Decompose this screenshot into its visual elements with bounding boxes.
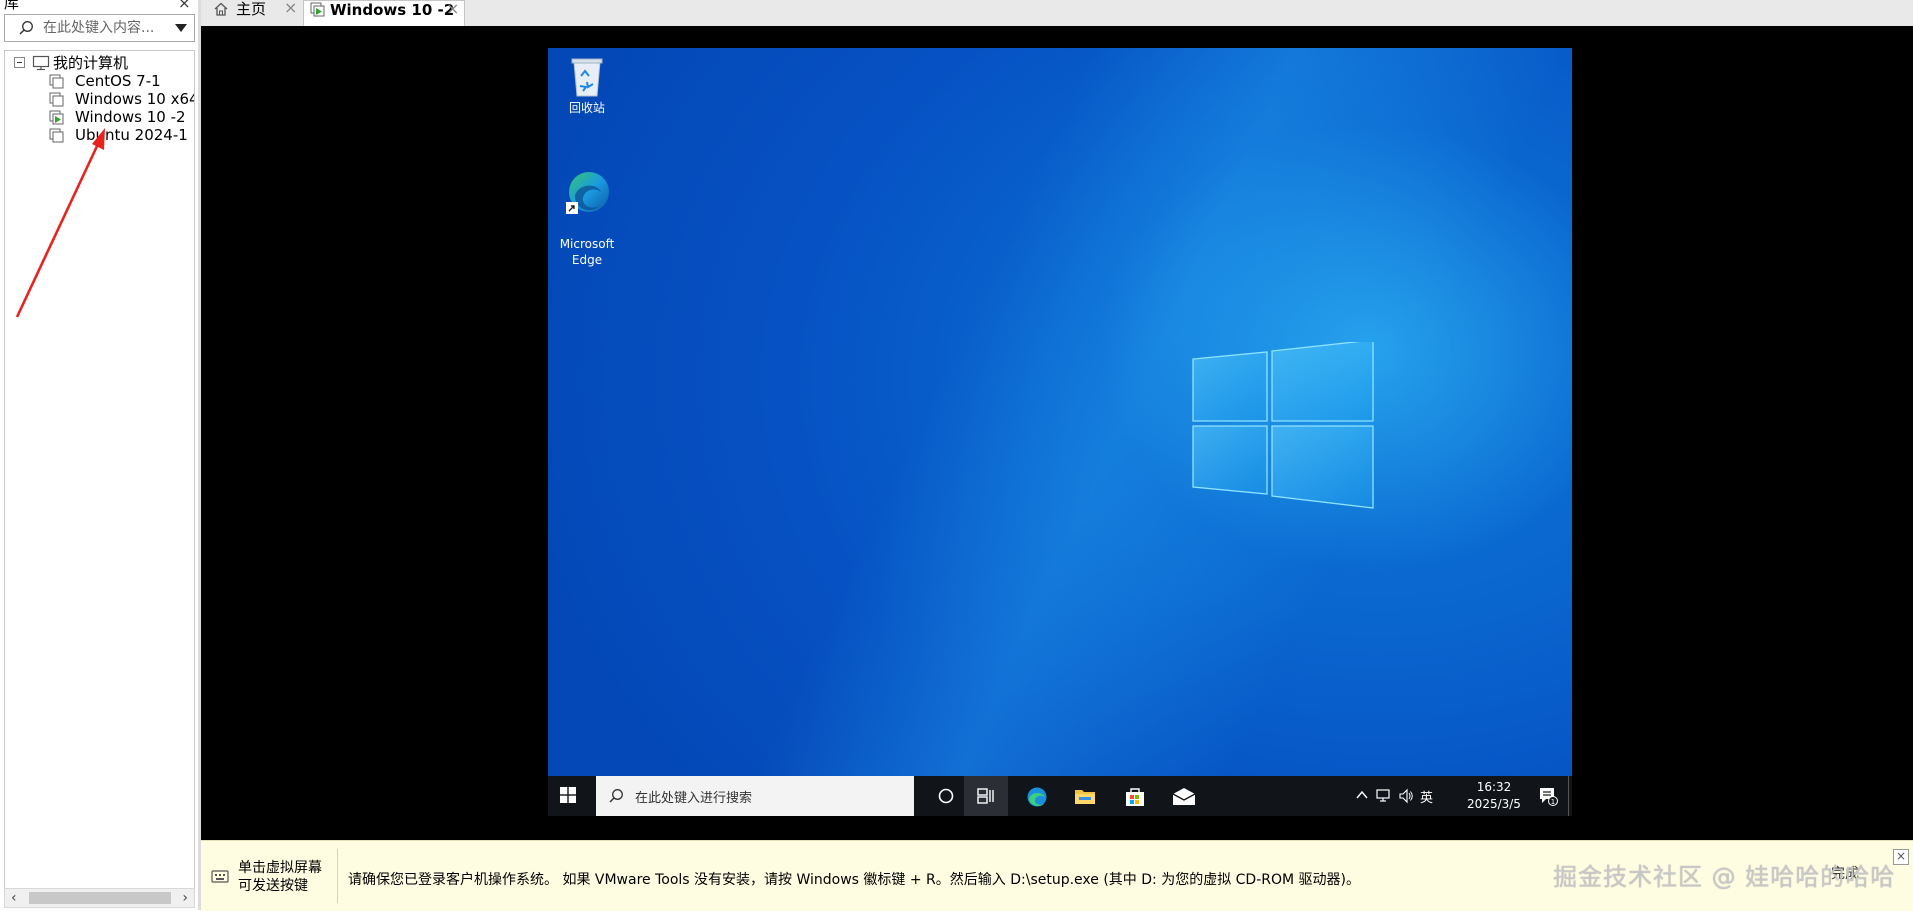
taskbar-store-button[interactable] xyxy=(1112,776,1156,816)
vm-icon xyxy=(49,74,64,89)
computer-icon xyxy=(32,55,50,71)
volume-icon[interactable] xyxy=(1398,788,1414,804)
library-horizontal-scrollbar[interactable]: ‹ › xyxy=(4,888,195,908)
library-search-box[interactable] xyxy=(4,14,195,42)
watermark-text: 掘金技术社区 @ 娃哈哈的哈哈 xyxy=(1553,863,1896,891)
edge-icon xyxy=(1027,787,1047,807)
taskbar-search-box[interactable]: 在此处键入进行搜索 xyxy=(596,776,914,816)
tab-vm-label: Windows 10 -2 xyxy=(330,1,455,19)
tab-windows-10-2[interactable]: Windows 10 -2 × xyxy=(303,0,465,28)
vmware-hint-bar: 单击虚拟屏幕 可发送按键 请确保您已登录客户机操作系统。 如果 VMware T… xyxy=(201,840,1913,911)
mail-icon xyxy=(1172,788,1196,805)
taskbar-file-explorer-button[interactable] xyxy=(1062,776,1106,816)
tab-home-label: 主页 xyxy=(236,0,267,18)
tree-item-label: Ubuntu 2024-1 xyxy=(75,126,188,144)
taskbar-search-placeholder: 在此处键入进行搜索 xyxy=(635,791,753,806)
vm-console[interactable]: 回收站 Microsoft Edge 在此处键入进行搜索 英 16:32 202… xyxy=(201,26,1913,840)
desktop-icon-label: 回收站 xyxy=(568,101,605,115)
tree-item-label: CentOS 7-1 xyxy=(75,72,161,90)
tree-root-my-computer[interactable]: 我的计算机 xyxy=(32,53,192,73)
recycle-bin-icon xyxy=(571,58,603,97)
tab-home[interactable]: 主页 × xyxy=(206,0,297,26)
task-view-icon xyxy=(977,788,994,804)
vm-icon xyxy=(49,128,64,143)
library-title: 库 xyxy=(4,0,20,12)
guest-desktop[interactable]: 回收站 Microsoft Edge 在此处键入进行搜索 英 16:32 202… xyxy=(548,48,1572,816)
wallpaper-light-beam xyxy=(548,48,1572,776)
show-desktop-button[interactable] xyxy=(1568,776,1571,816)
clock-time: 16:32 xyxy=(1476,780,1512,794)
vm-running-icon xyxy=(310,2,325,17)
taskbar-clock[interactable]: 16:32 2025/3/5 xyxy=(1466,779,1522,813)
start-button-windows-icon[interactable] xyxy=(560,787,576,803)
tree-item-vm[interactable]: CentOS 7-1 xyxy=(49,71,194,91)
folder-icon xyxy=(1075,790,1095,804)
tree-collapse-toggle[interactable] xyxy=(14,57,25,68)
desktop-icon-label: Microsoft Edge xyxy=(559,237,615,267)
windows-logo-wallpaper xyxy=(1192,342,1374,509)
tree-item-label: Windows 10 x64 xyxy=(75,90,195,108)
click-hint-line2: 可发送按键 xyxy=(238,878,308,894)
store-icon xyxy=(1126,788,1144,806)
edge-icon xyxy=(566,172,609,214)
desktop-icon-recycle-bin[interactable]: 回收站 xyxy=(548,54,626,116)
cortana-button[interactable] xyxy=(924,776,968,816)
vm-running-icon xyxy=(49,110,64,125)
desktop-icon-edge[interactable]: Microsoft Edge xyxy=(548,152,626,268)
show-hidden-icons-chevron-up-icon[interactable] xyxy=(1356,788,1368,802)
taskbar-mail-button[interactable] xyxy=(1160,776,1204,816)
vm-tree: 我的计算机 CentOS 7-1 Windows 10 x64 Windows … xyxy=(4,50,195,890)
tree-item-vm-running[interactable]: Windows 10 -2 xyxy=(49,107,194,127)
scrollbar-thumb[interactable] xyxy=(29,892,171,904)
action-center-notification-icon[interactable]: 1 xyxy=(1538,786,1558,806)
library-panel: 库 × 我的计算机 CentOS 7-1 xyxy=(0,0,199,910)
taskbar-edge-button[interactable] xyxy=(1014,776,1058,816)
network-icon[interactable] xyxy=(1376,788,1392,804)
tree-item-label: Windows 10 -2 xyxy=(75,108,186,126)
task-view-button[interactable] xyxy=(964,776,1008,816)
vmware-tools-message: 请确保您已登录客户机操作系统。 如果 VMware Tools 没有安装，请按 … xyxy=(348,872,1360,888)
tab-home-close-icon[interactable]: × xyxy=(284,0,297,18)
tree-item-vm[interactable]: Windows 10 x64 xyxy=(49,89,194,109)
click-to-send-keys-hint[interactable]: 单击虚拟屏幕 可发送按键 xyxy=(238,859,322,895)
click-hint-line1: 单击虚拟屏幕 xyxy=(238,860,322,876)
search-icon xyxy=(609,789,623,803)
input-method-indicator[interactable]: 英 xyxy=(1420,787,1433,806)
scroll-right-arrow-icon[interactable]: › xyxy=(182,890,188,906)
hint-close-icon[interactable]: × xyxy=(1893,849,1909,865)
tree-item-vm[interactable]: Ubuntu 2024-1 xyxy=(49,125,194,145)
tab-bar: 主页 × Windows 10 -2 × xyxy=(201,0,1913,28)
hint-divider xyxy=(337,849,338,903)
tab-vm-close-icon[interactable]: × xyxy=(446,0,459,19)
library-search-input[interactable] xyxy=(43,18,163,38)
guest-taskbar: 在此处键入进行搜索 英 16:32 2025/3/5 1 xyxy=(548,776,1572,816)
notification-count: 1 xyxy=(1551,798,1555,806)
search-icon xyxy=(19,21,33,35)
chevron-down-icon[interactable] xyxy=(175,24,187,32)
keyboard-icon xyxy=(211,870,229,883)
tree-root-label: 我的计算机 xyxy=(53,54,129,72)
library-close-button[interactable]: × xyxy=(178,0,191,12)
scroll-left-arrow-icon[interactable]: ‹ xyxy=(11,890,17,906)
clock-date: 2025/3/5 xyxy=(1467,797,1521,811)
cortana-circle-icon xyxy=(938,788,954,804)
vm-icon xyxy=(49,92,64,107)
home-icon xyxy=(214,2,228,16)
